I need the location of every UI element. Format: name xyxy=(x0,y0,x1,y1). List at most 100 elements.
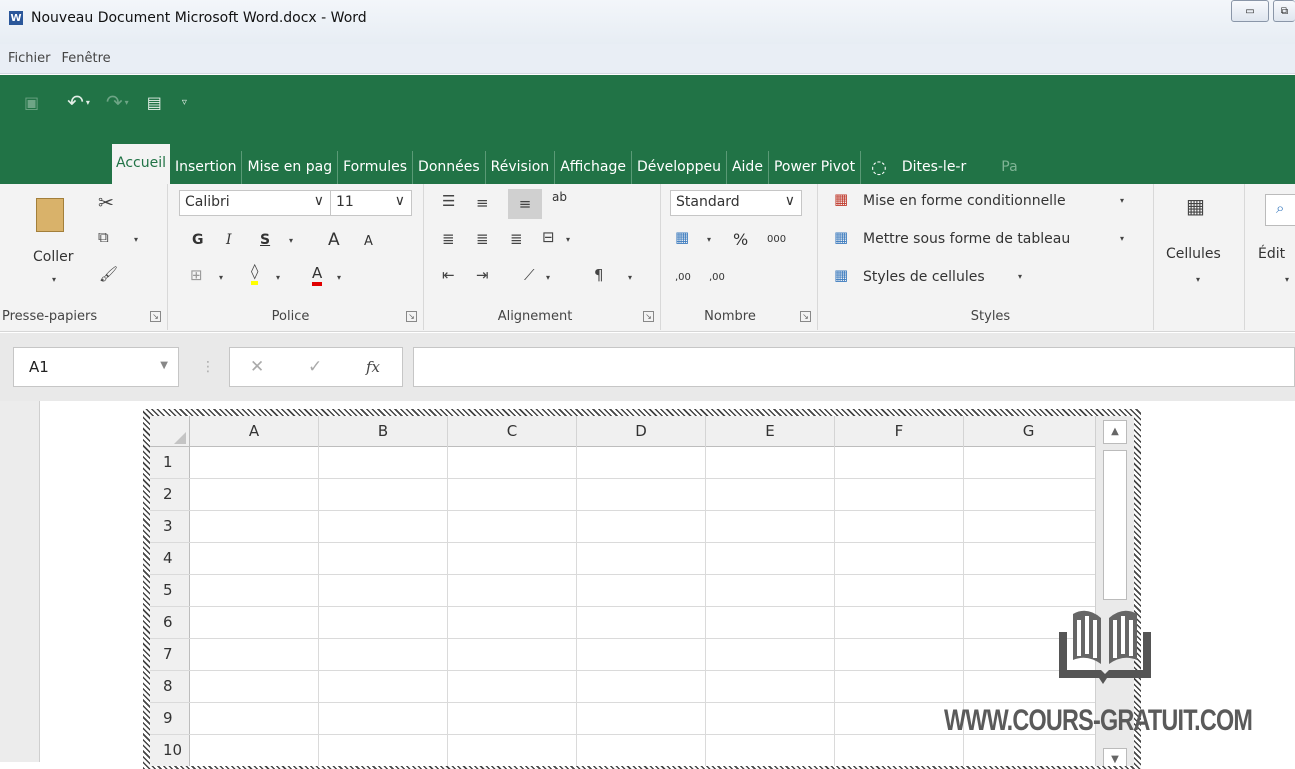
font-color-button[interactable]: A xyxy=(312,264,323,286)
tab-donnees[interactable]: Données xyxy=(413,151,486,184)
customize-qat-icon[interactable]: ▿ xyxy=(182,97,187,108)
grid-cell[interactable] xyxy=(448,671,577,702)
word-app-icon[interactable]: W xyxy=(9,11,23,25)
increase-indent-icon[interactable]: ⇥ xyxy=(476,268,489,283)
fill-color-icon[interactable]: ◊ xyxy=(251,264,259,285)
editing-button[interactable]: Édit xyxy=(1258,246,1285,262)
grid-cell[interactable] xyxy=(448,447,577,478)
merge-cells-icon[interactable]: ⊟ xyxy=(542,230,555,245)
grid-cell[interactable] xyxy=(190,735,319,766)
grid-cell[interactable] xyxy=(577,671,706,702)
cell-styles-icon[interactable]: ▦ xyxy=(834,268,848,283)
scroll-down-icon[interactable]: ▼ xyxy=(1103,748,1127,766)
grid-cell[interactable] xyxy=(964,735,1093,766)
grid-cell[interactable] xyxy=(190,639,319,670)
cells-dropdown-icon[interactable]: ▾ xyxy=(1196,276,1200,284)
share-button[interactable]: Pa xyxy=(971,151,1022,184)
paste-button[interactable]: Coller xyxy=(33,249,74,265)
grid-cell[interactable] xyxy=(448,511,577,542)
grid-cell[interactable] xyxy=(319,447,448,478)
tell-me-input[interactable]: Dites-le-r xyxy=(897,151,971,184)
shrink-font-button[interactable]: A xyxy=(364,234,373,249)
menu-fenetre[interactable]: Fenêtre xyxy=(62,51,111,66)
grid-cell[interactable] xyxy=(835,639,964,670)
grid-cell[interactable] xyxy=(190,543,319,574)
grid-cell[interactable] xyxy=(190,703,319,734)
grid-cell[interactable] xyxy=(835,479,964,510)
paste-dropdown-icon[interactable]: ▾ xyxy=(52,276,56,284)
conditional-format-dropdown-icon[interactable]: ▾ xyxy=(1120,197,1124,205)
column-header-d[interactable]: D xyxy=(577,416,706,447)
grid-cell[interactable] xyxy=(190,671,319,702)
orientation-icon[interactable]: ⟋ xyxy=(524,268,535,283)
row-header[interactable]: 5 xyxy=(150,575,190,606)
format-as-table-button[interactable]: Mettre sous forme de tableau xyxy=(863,231,1070,247)
grid-cell[interactable] xyxy=(964,447,1093,478)
font-size-box[interactable]: 11 ∨ xyxy=(330,190,412,216)
grid-cell[interactable] xyxy=(706,479,835,510)
grid-cell[interactable] xyxy=(577,735,706,766)
cut-icon[interactable]: ✂ xyxy=(98,194,114,213)
grid-cell[interactable] xyxy=(835,607,964,638)
bold-button[interactable]: G xyxy=(192,232,204,248)
grid-cell[interactable] xyxy=(319,639,448,670)
font-name-box[interactable]: Calibri ∨ xyxy=(179,190,331,216)
undo-dropdown-icon[interactable]: ▾ xyxy=(86,98,90,107)
increase-decimal-button[interactable]: ,00 xyxy=(675,272,691,283)
grid-cell[interactable] xyxy=(964,479,1093,510)
grid-cell[interactable] xyxy=(448,607,577,638)
fill-color-dropdown-icon[interactable]: ▾ xyxy=(276,274,280,282)
grid-cell[interactable] xyxy=(835,511,964,542)
grid-cell[interactable] xyxy=(835,575,964,606)
grid-cell[interactable] xyxy=(190,447,319,478)
conditional-format-button[interactable]: Mise en forme conditionnelle xyxy=(863,193,1066,209)
chevron-down-icon[interactable]: ∨ xyxy=(785,193,795,209)
grid-cell[interactable] xyxy=(577,511,706,542)
formula-bar-splitter[interactable]: ⋮ xyxy=(201,359,215,375)
grid-cell[interactable] xyxy=(577,639,706,670)
grid-cell[interactable] xyxy=(319,735,448,766)
row-header[interactable]: 9 xyxy=(150,703,190,734)
align-left-icon[interactable]: ≣ xyxy=(442,232,455,247)
chevron-down-icon[interactable]: ∨ xyxy=(314,193,324,209)
cancel-icon[interactable]: ✕ xyxy=(250,357,264,377)
border-dropdown-icon[interactable]: ▾ xyxy=(219,274,223,282)
tab-insertion[interactable]: Insertion xyxy=(170,151,243,184)
grid-cell[interactable] xyxy=(577,543,706,574)
search-icon[interactable]: ⌕ xyxy=(1265,194,1295,226)
wrap-text-button[interactable]: ab xyxy=(552,190,567,204)
thousands-button[interactable]: 000 xyxy=(767,234,786,245)
grid-cell[interactable] xyxy=(190,607,319,638)
grow-font-button[interactable]: A xyxy=(328,230,340,250)
grid-cell[interactable] xyxy=(706,703,835,734)
paste-icon[interactable] xyxy=(36,198,64,232)
cell-styles-button[interactable]: Styles de cellules xyxy=(863,269,985,285)
grid-cell[interactable] xyxy=(706,511,835,542)
grid-cell[interactable] xyxy=(835,543,964,574)
format-as-table-icon[interactable]: ▦ xyxy=(834,230,848,245)
percent-button[interactable]: % xyxy=(733,230,748,249)
grid-cell[interactable] xyxy=(448,735,577,766)
formula-input[interactable] xyxy=(413,347,1295,387)
scroll-up-icon[interactable]: ▲ xyxy=(1103,420,1127,444)
grid-cell[interactable] xyxy=(706,543,835,574)
column-header-g[interactable]: G xyxy=(964,416,1093,447)
italic-button[interactable]: I xyxy=(226,232,232,248)
grid-cell[interactable] xyxy=(964,575,1093,606)
insert-function-button[interactable]: fx xyxy=(366,358,380,376)
column-header-e[interactable]: E xyxy=(706,416,835,447)
conditional-format-icon[interactable]: ▦ xyxy=(834,192,848,207)
grid-cell[interactable] xyxy=(835,735,964,766)
save-icon[interactable]: ▣ xyxy=(24,93,39,112)
row-header[interactable]: 7 xyxy=(150,639,190,670)
row-header[interactable]: 6 xyxy=(150,607,190,638)
underline-button[interactable]: S xyxy=(260,232,270,248)
tab-mise-en-page[interactable]: Mise en pag xyxy=(242,151,339,184)
orientation-dropdown-icon[interactable]: ▾ xyxy=(546,274,550,282)
grid-cell[interactable] xyxy=(448,639,577,670)
grid-cell[interactable] xyxy=(190,479,319,510)
grid-cell[interactable] xyxy=(190,511,319,542)
cell-styles-dropdown-icon[interactable]: ▾ xyxy=(1018,273,1022,281)
menu-fichier[interactable]: Fichier xyxy=(8,51,51,66)
redo-icon[interactable]: ↷ xyxy=(106,90,123,114)
